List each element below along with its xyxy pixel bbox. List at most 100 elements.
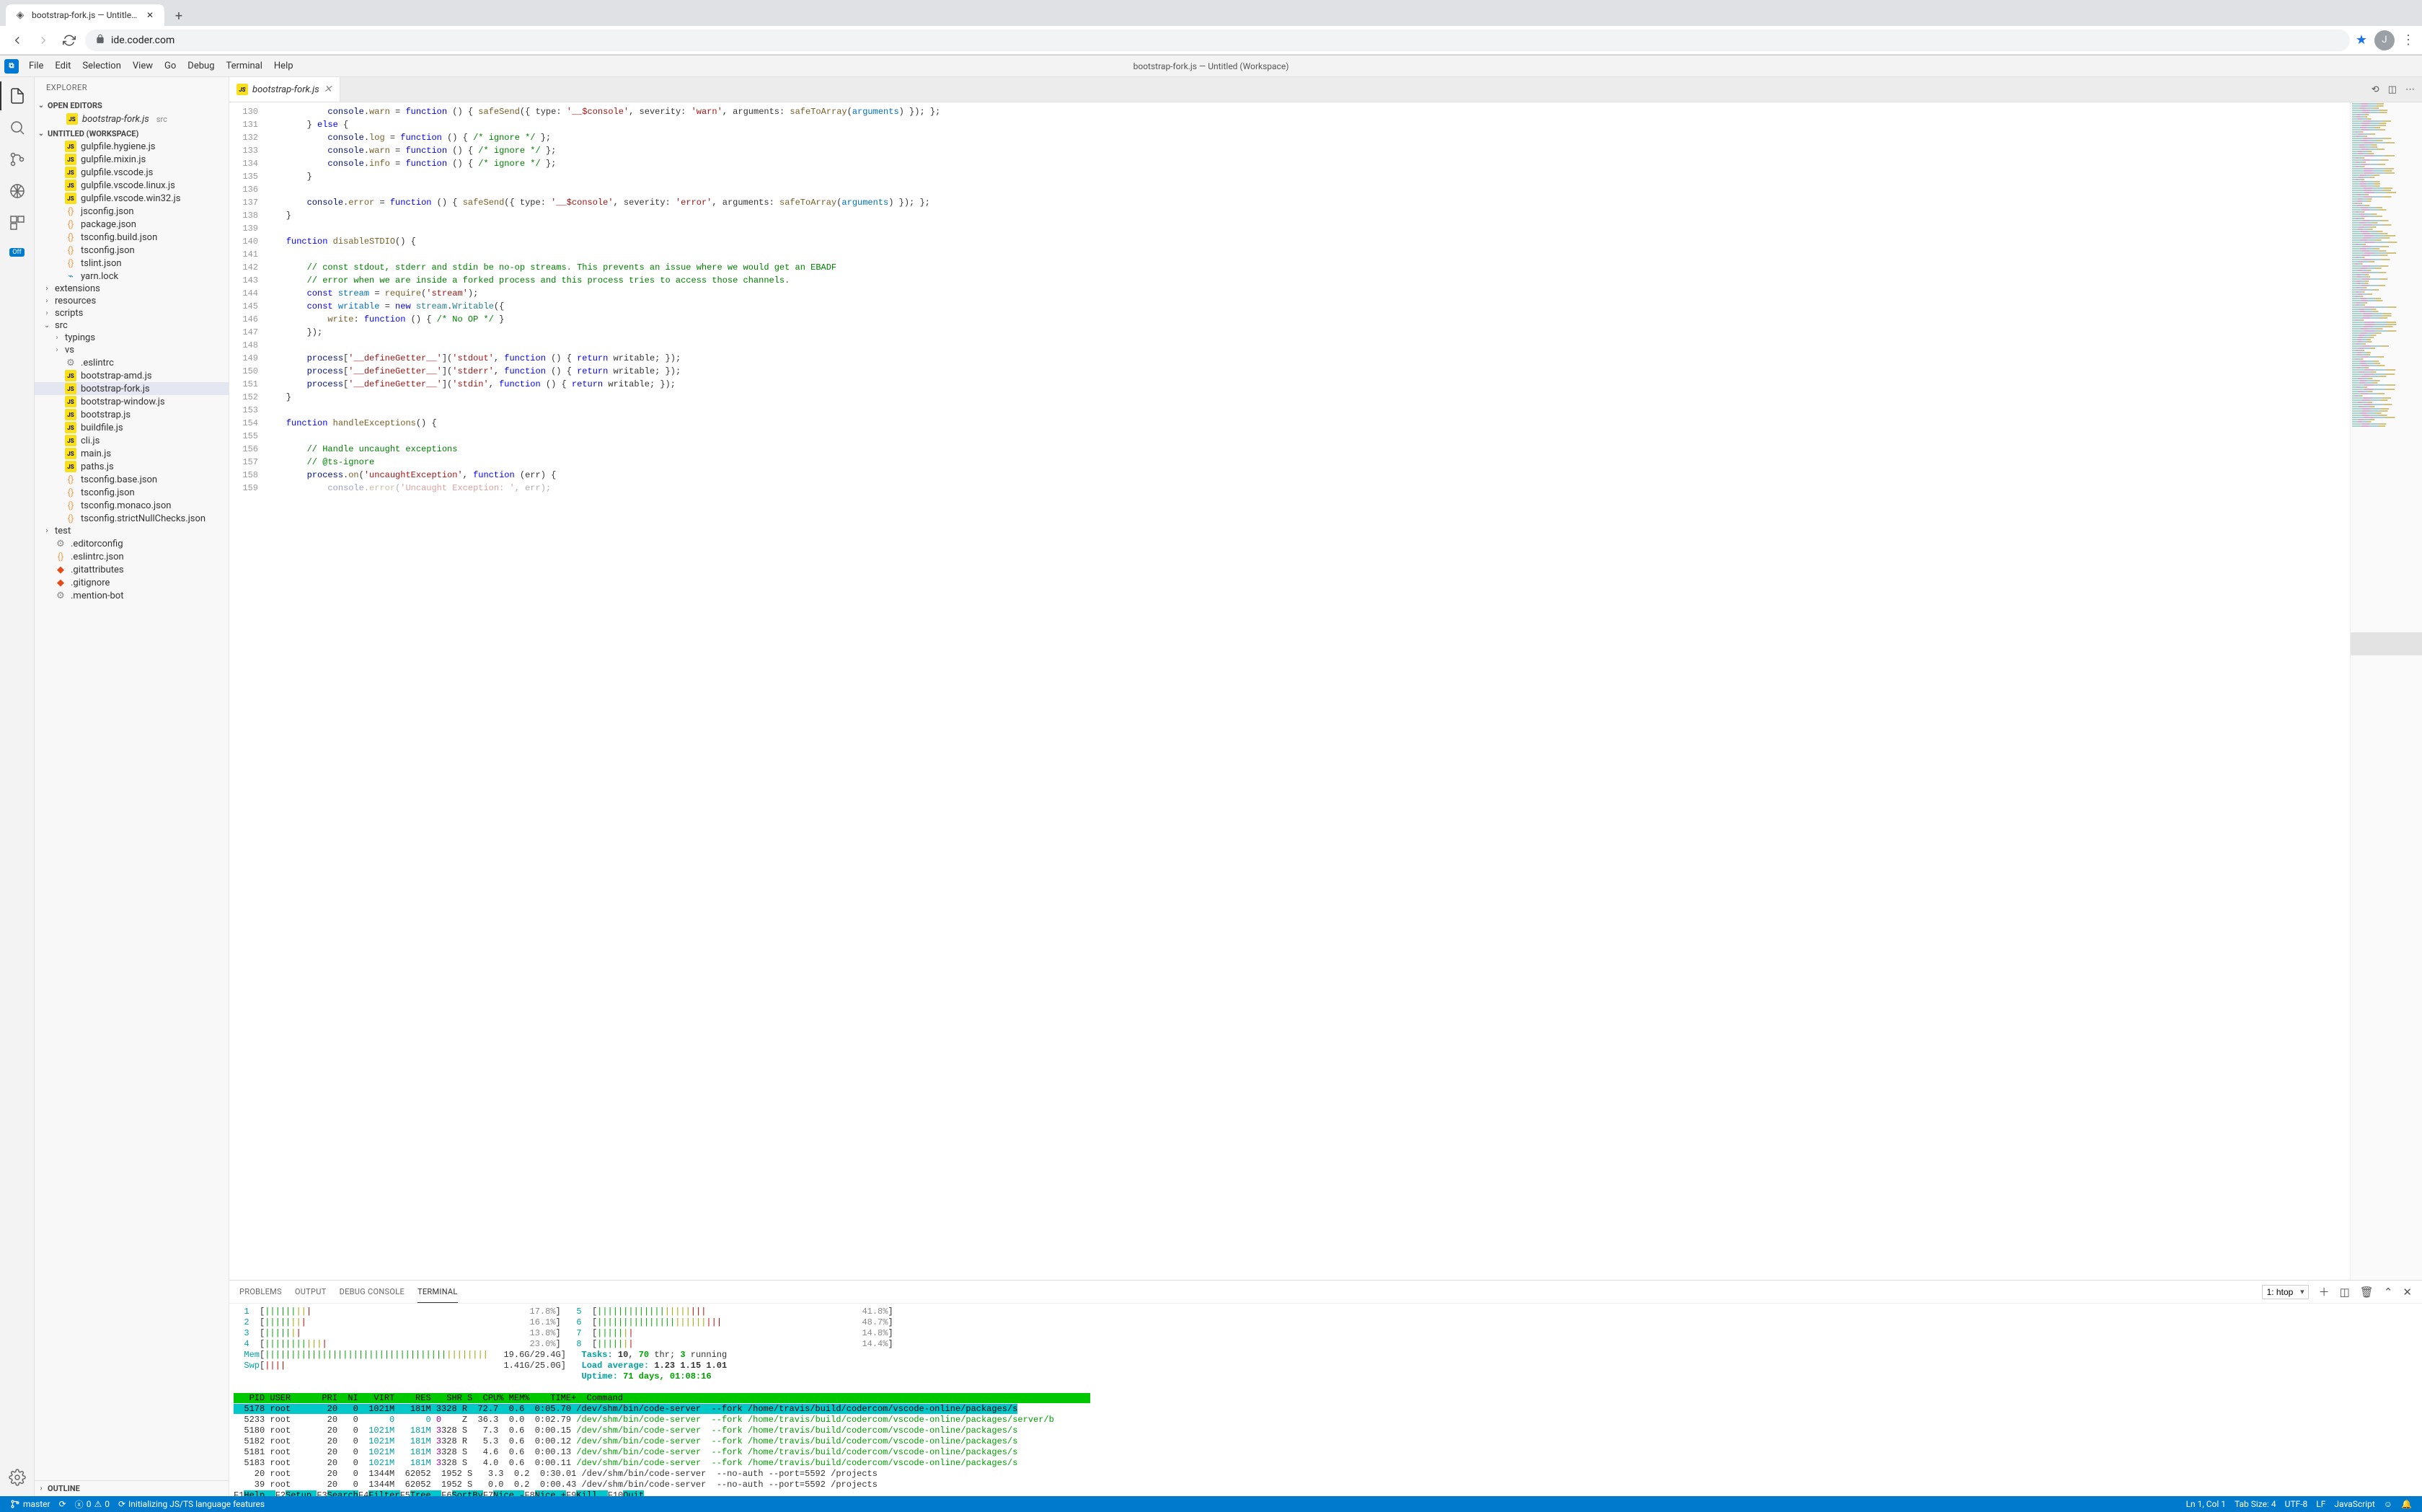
eol-status[interactable]: LF [2312,1496,2330,1512]
menu-go[interactable]: Go [159,58,182,74]
search-activity-icon[interactable] [0,113,35,142]
file-item[interactable]: {}tslint.json [35,257,229,270]
close-panel-icon[interactable]: ✕ [2403,1286,2412,1299]
folder-item[interactable]: ›extensions [35,283,229,295]
address-bar[interactable]: ide.coder.com [85,30,2350,51]
file-item[interactable]: ⌁yarn.lock [35,270,229,283]
folder-item[interactable]: ›typings [35,332,229,344]
warning-icon: ⚠ [94,1499,102,1509]
reload-button[interactable] [59,30,79,50]
panel-tab-debug-console[interactable]: DEBUG CONSOLE [340,1281,405,1302]
feedback-icon[interactable]: ☺ [2379,1496,2397,1512]
split-terminal-icon[interactable]: ◫ [2340,1286,2350,1299]
split-editor-icon[interactable]: ◫ [2388,84,2397,95]
file-item[interactable]: {}tsconfig.json [35,244,229,257]
file-item[interactable]: JSbuildfile.js [35,421,229,434]
panel-tab-terminal[interactable]: TERMINAL [417,1281,458,1303]
more-actions-icon[interactable]: ⋯ [2405,84,2415,95]
minimap[interactable] [2350,102,2422,1280]
new-terminal-icon[interactable]: ＋ [2319,1284,2330,1299]
menu-help[interactable]: Help [268,58,299,74]
folder-item[interactable]: ›resources [35,295,229,307]
activity-bar: Off [0,77,35,1496]
scm-activity-icon[interactable] [0,145,35,174]
encoding-status[interactable]: UTF-8 [2281,1496,2312,1512]
cursor-position-status[interactable]: Ln 1, Col 1 [2182,1496,2230,1512]
file-item[interactable]: JSgulpfile.mixin.js [35,153,229,166]
compare-changes-icon[interactable]: ⟲ [2372,84,2379,95]
editor-tab[interactable]: JS bootstrap-fork.js ✕ [229,77,340,102]
file-item[interactable]: JSbootstrap.js [35,408,229,421]
file-item[interactable]: {}package.json [35,218,229,231]
file-item[interactable]: {}tsconfig.strictNullChecks.json [35,512,229,525]
git-branch-status[interactable]: master [6,1496,55,1512]
extensions-activity-icon[interactable] [0,208,35,237]
menu-debug[interactable]: Debug [182,58,220,74]
open-editor-item[interactable]: ✕ JS bootstrap-fork.js src [35,112,229,126]
terminal[interactable]: 1 [||||||||| 17.8%] 5 [|||||||||||||||||… [229,1304,2422,1496]
outline-header[interactable]: › OUTLINE [35,1480,229,1496]
open-editors-header[interactable]: ⌄ OPEN EDITORS [35,100,229,112]
language-status[interactable]: ⟳ Initializing JS/TS language features [114,1496,269,1512]
file-item[interactable]: JSbootstrap-window.js [35,395,229,408]
close-icon[interactable]: ✕ [324,84,332,95]
file-item[interactable]: JScli.js [35,434,229,447]
folder-item[interactable]: ⌄src [35,319,229,332]
menu-file[interactable]: File [23,58,49,74]
file-item[interactable]: ⚙.eslintrc [35,356,229,369]
folder-item[interactable]: ›test [35,525,229,537]
bookmark-star-icon[interactable]: ★ [2356,32,2367,48]
panel-tab-problems[interactable]: PROBLEMS [239,1281,282,1302]
code-editor[interactable]: console.warn = function () { safeSend({ … [265,102,2350,1280]
app-logo-icon: ⧉ [4,59,19,74]
profile-avatar[interactable]: J [2374,30,2395,50]
terminal-selector[interactable]: 1: htop [2262,1285,2309,1299]
file-item[interactable]: ⚙.mention-bot [35,589,229,602]
file-item[interactable]: JSbootstrap-fork.js [35,382,229,395]
editor-tab-bar: JS bootstrap-fork.js ✕ ⟲ ◫ ⋯ [229,77,2422,102]
notifications-icon[interactable]: 🔔 [2397,1496,2416,1512]
maximize-panel-icon[interactable]: ⌃ [2384,1286,2393,1299]
file-item[interactable]: {}tsconfig.base.json [35,473,229,486]
debug-activity-icon[interactable] [0,177,35,205]
file-item[interactable]: {}tsconfig.monaco.json [35,499,229,512]
close-icon[interactable]: ✕ [144,9,156,21]
menu-view[interactable]: View [127,58,159,74]
minimap-viewport[interactable] [2351,632,2422,655]
file-item[interactable]: {}tsconfig.json [35,486,229,499]
folder-item[interactable]: ›vs [35,344,229,356]
back-button[interactable] [7,30,27,50]
forward-button[interactable] [33,30,53,50]
file-item[interactable]: JSgulpfile.hygiene.js [35,140,229,153]
file-item[interactable]: JSgulpfile.vscode.linux.js [35,179,229,192]
explorer-activity-icon[interactable] [0,81,35,110]
file-item[interactable]: JSpaths.js [35,460,229,473]
browser-tab[interactable]: ◈ bootstrap-fork.js — Untitled (W ✕ [6,4,164,26]
js-file-icon: JS [65,461,76,472]
menu-edit[interactable]: Edit [49,58,76,74]
kill-terminal-icon[interactable]: 🗑 [2360,1286,2374,1299]
language-mode-status[interactable]: JavaScript [2330,1496,2379,1512]
folder-item[interactable]: ›scripts [35,307,229,319]
menu-selection[interactable]: Selection [76,58,126,74]
file-item[interactable]: JSbootstrap-amd.js [35,369,229,382]
problems-status[interactable]: ⓧ0 ⚠0 [71,1496,114,1512]
file-item[interactable]: {}tsconfig.build.json [35,231,229,244]
settings-gear-icon[interactable] [0,1463,35,1492]
file-item[interactable]: JSgulpfile.vscode.js [35,166,229,179]
browser-menu-icon[interactable]: ⋮ [2402,32,2415,48]
indentation-status[interactable]: Tab Size: 4 [2230,1496,2281,1512]
workspace-header[interactable]: ⌄ UNTITLED (WORKSPACE) [35,128,229,140]
panel-tab-output[interactable]: OUTPUT [295,1281,327,1302]
file-item[interactable]: {}jsconfig.json [35,205,229,218]
file-item[interactable]: JSgulpfile.vscode.win32.js [35,192,229,205]
file-item[interactable]: ⚙.editorconfig [35,537,229,550]
menu-terminal[interactable]: Terminal [221,58,268,74]
panel-tabs: PROBLEMS OUTPUT DEBUG CONSOLE TERMINAL 1: h… [229,1281,2422,1304]
sync-status[interactable]: ⟳ [55,1496,71,1512]
file-item[interactable]: JSmain.js [35,447,229,460]
file-item[interactable]: ◆.gitignore [35,576,229,589]
new-tab-button[interactable]: + [169,6,189,26]
file-item[interactable]: {}.eslintrc.json [35,550,229,563]
file-item[interactable]: ◆.gitattributes [35,563,229,576]
